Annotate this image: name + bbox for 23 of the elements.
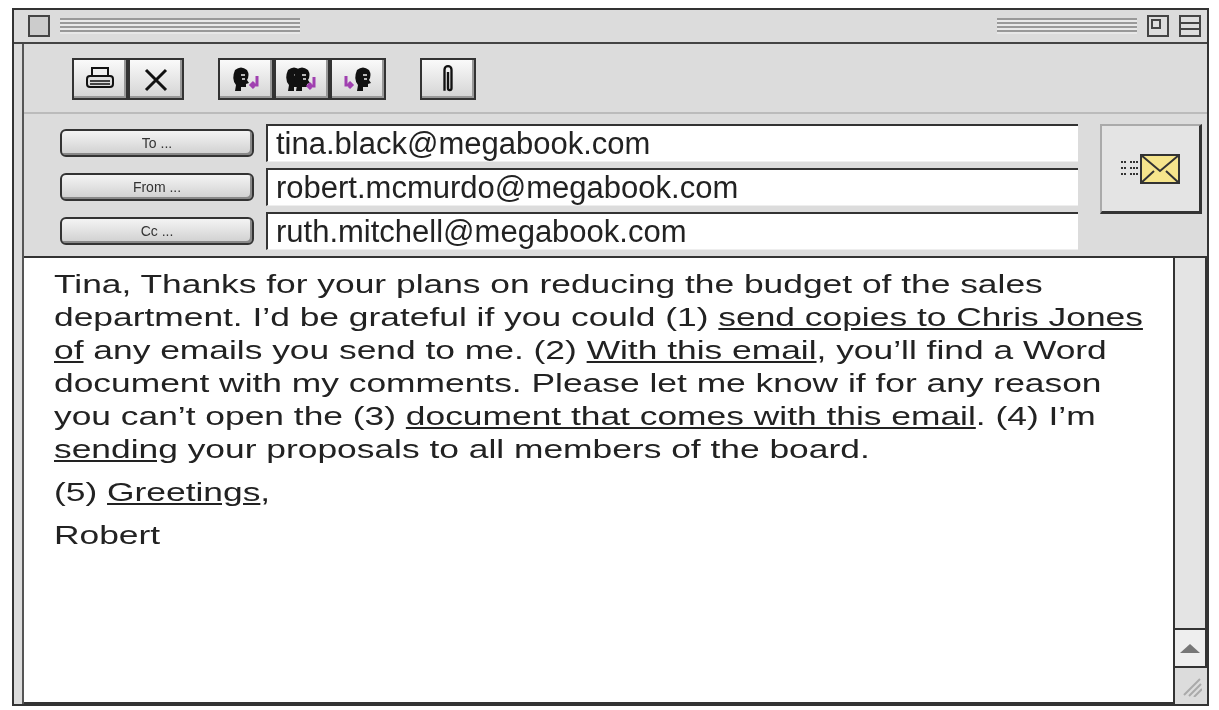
scroll-up-button[interactable] [1175,628,1207,668]
address-field[interactable]: tina.black@megabook.com [266,124,1078,162]
print-button[interactable] [72,58,128,100]
address-button[interactable]: To ... [60,129,254,157]
up-arrow-icon [1180,643,1200,653]
close-box[interactable] [28,15,50,37]
message-paragraph: Tina, Thanks for your plans on reducing the budget of the sales department. I’d be grateful if you could (1) send copies to Chris Jones of any emails you send to me. (2) With this email, you’ll find a Word document with my comments. Please let me know if for any reason you can’t open the (3) document that comes with this email. (4) I’m sending your proposals to all members of the board. [54,268,1144,466]
message-paragraph: Robert [54,519,162,552]
message-paragraph: (5) Greetings, [54,476,272,509]
message-body[interactable] [24,258,1175,704]
forward-button[interactable] [330,58,386,100]
replyall-button[interactable] [274,58,330,100]
zoom-box-icon[interactable] [1147,15,1169,37]
collapse-box-icon[interactable] [1179,15,1201,37]
address-button[interactable]: Cc ... [60,217,254,245]
attach-button[interactable] [420,58,476,100]
send-button[interactable] [1100,124,1202,214]
delete-button[interactable] [128,58,184,100]
address-field[interactable]: ruth.mitchell@megabook.com [266,212,1078,250]
paperclip-icon [442,65,454,93]
address-button[interactable]: From ... [60,173,254,201]
reply-button[interactable] [218,58,274,100]
address-field[interactable]: robert.mcmurdo@megabook.com [266,168,1078,206]
